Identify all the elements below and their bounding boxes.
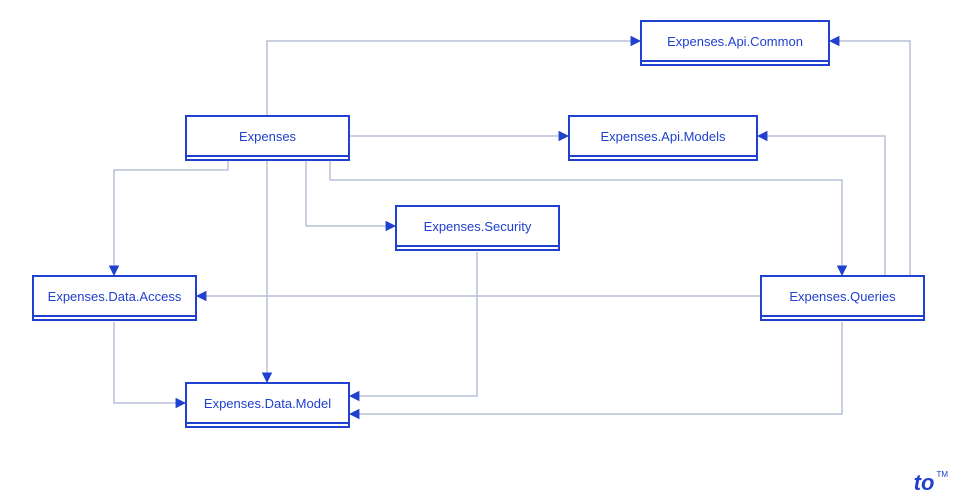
edge-data-access-data-model [114,322,185,403]
node-data-access: Expenses.Data.Access [32,275,197,317]
edge-expenses-security [306,160,395,226]
node-api-models: Expenses.Api.Models [568,115,758,157]
node-queries: Expenses.Queries [760,275,925,317]
logo-glyph: to [914,470,935,495]
trademark: TM [936,470,948,479]
edge-expenses-api-common [267,41,640,115]
node-label: Expenses.Api.Models [600,129,725,144]
node-security: Expenses.Security [395,205,560,247]
edge-security-data-model [350,252,477,396]
edge-expenses-data-access [114,160,228,275]
node-label: Expenses.Data.Model [204,396,331,411]
node-label: Expenses.Api.Common [667,34,803,49]
node-label: Expenses.Security [424,219,532,234]
node-label: Expenses.Queries [789,289,895,304]
edge-queries-data-model [350,322,842,414]
toptal-logo: toTM [914,470,948,496]
node-api-common: Expenses.Api.Common [640,20,830,62]
node-label: Expenses.Data.Access [48,289,182,304]
node-expenses: Expenses [185,115,350,157]
node-label: Expenses [239,129,296,144]
node-data-model: Expenses.Data.Model [185,382,350,424]
edge-queries-api-models [758,136,885,275]
